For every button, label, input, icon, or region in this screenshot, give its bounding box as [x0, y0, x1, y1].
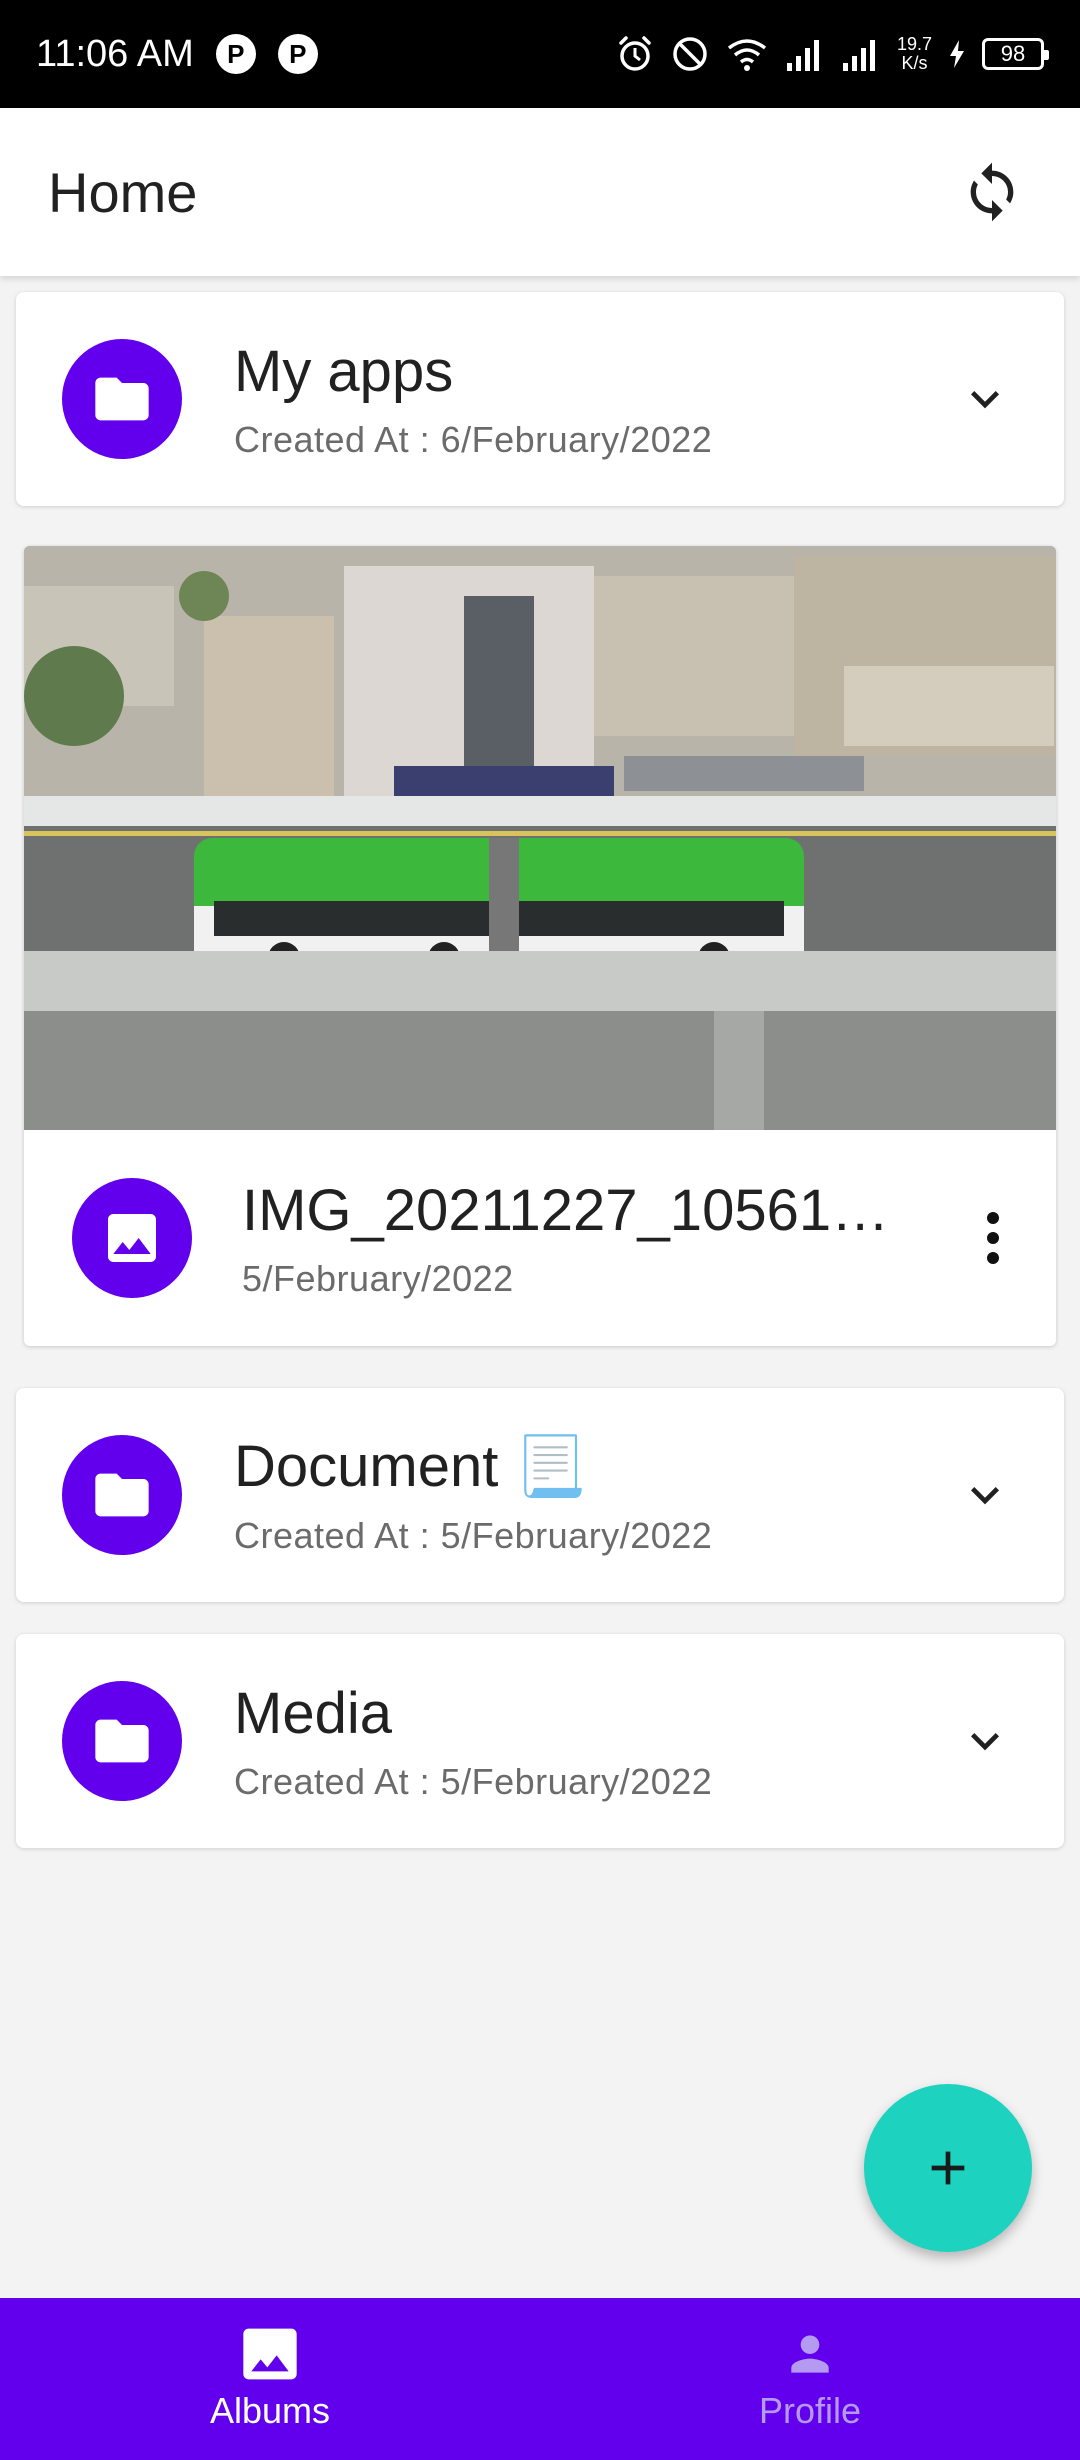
wifi-icon	[727, 39, 767, 71]
album-text: Media Created At : 5/February/2022	[234, 1680, 950, 1803]
status-right: 19.7 K/s 98	[615, 34, 1049, 74]
net-speed-unit: K/s	[901, 53, 928, 73]
expand-button[interactable]	[950, 1706, 1020, 1776]
album-title: Media	[234, 1680, 392, 1746]
album-avatar	[62, 1681, 182, 1801]
chevron-down-icon	[971, 391, 999, 409]
notification-p-icon: P	[277, 34, 318, 74]
album-text: My apps Created At : 6/February/2022	[234, 338, 950, 461]
net-speed: 19.7 K/s	[897, 35, 932, 73]
more-vertical-icon	[987, 1212, 999, 1264]
notification-p-letter: P	[289, 38, 307, 69]
status-bar: 11:06 AM P P 19.7 K/s 98	[0, 0, 1080, 108]
plus-icon	[931, 2151, 965, 2185]
page-title: Home	[48, 160, 198, 224]
battery-indicator: 98	[982, 38, 1049, 70]
bottom-navigation: Albums Profile	[0, 2298, 1080, 2460]
album-text: Document 📃 Created At : 5/February/2022	[234, 1433, 950, 1557]
refresh-button[interactable]	[952, 152, 1032, 232]
album-created-at: Created At : 6/February/2022	[234, 418, 713, 460]
more-options-button[interactable]	[958, 1193, 1028, 1283]
image-icon	[108, 1214, 156, 1262]
photo-title: IMG_20211227_10561…	[242, 1177, 890, 1243]
status-left: 11:06 AM P P	[36, 33, 318, 76]
chevron-down-icon	[971, 1487, 999, 1505]
album-card-media[interactable]: Media Created At : 5/February/2022	[16, 1634, 1064, 1848]
photo-album-icon	[243, 2328, 297, 2380]
notification-p-letter: P	[227, 38, 245, 69]
photo-text: IMG_20211227_10561… 5/February/2022	[242, 1177, 958, 1300]
photo-card[interactable]: IMG_20211227_10561… 5/February/2022	[24, 546, 1056, 1346]
album-title: My apps	[234, 338, 454, 404]
notification-p-icon: P	[215, 34, 256, 74]
photo-thumbnail[interactable]	[24, 546, 1056, 1130]
folder-icon	[95, 1719, 149, 1763]
do-not-disturb-icon	[673, 37, 707, 71]
person-icon	[791, 2335, 829, 2373]
alarm-icon	[619, 36, 651, 71]
expand-button[interactable]	[950, 364, 1020, 434]
status-time: 11:06 AM	[36, 32, 194, 75]
charging-icon	[950, 40, 964, 68]
nav-label-profile: Profile	[758, 2390, 862, 2431]
add-button[interactable]	[864, 2084, 1032, 2252]
album-card-my-apps[interactable]: My apps Created At : 6/February/2022	[16, 292, 1064, 506]
folder-icon	[95, 1473, 149, 1517]
album-title: Document 📃	[234, 1434, 587, 1499]
album-avatar	[62, 1435, 182, 1555]
net-speed-value: 19.7	[896, 34, 932, 54]
app-bar: Home	[0, 108, 1080, 276]
refresh-icon	[970, 162, 1014, 222]
album-avatar	[62, 339, 182, 459]
nav-item-profile[interactable]: Profile	[540, 2298, 1080, 2460]
photo-footer: IMG_20211227_10561… 5/February/2022	[24, 1130, 1056, 1346]
expand-button[interactable]	[950, 1460, 1020, 1530]
folder-icon	[95, 377, 149, 421]
nav-label-albums: Albums	[209, 2390, 331, 2431]
signal-icon	[842, 40, 875, 71]
nav-item-albums[interactable]: Albums	[0, 2298, 540, 2460]
album-created-at: Created At : 5/February/2022	[234, 1760, 713, 1802]
chevron-down-icon	[971, 1733, 999, 1751]
album-created-at: Created At : 5/February/2022	[234, 1515, 713, 1556]
signal-icon	[786, 40, 819, 71]
photo-date: 5/February/2022	[242, 1257, 514, 1299]
album-card-document[interactable]: Document 📃 Created At : 5/February/2022	[16, 1388, 1064, 1602]
photo-avatar	[72, 1178, 192, 1298]
